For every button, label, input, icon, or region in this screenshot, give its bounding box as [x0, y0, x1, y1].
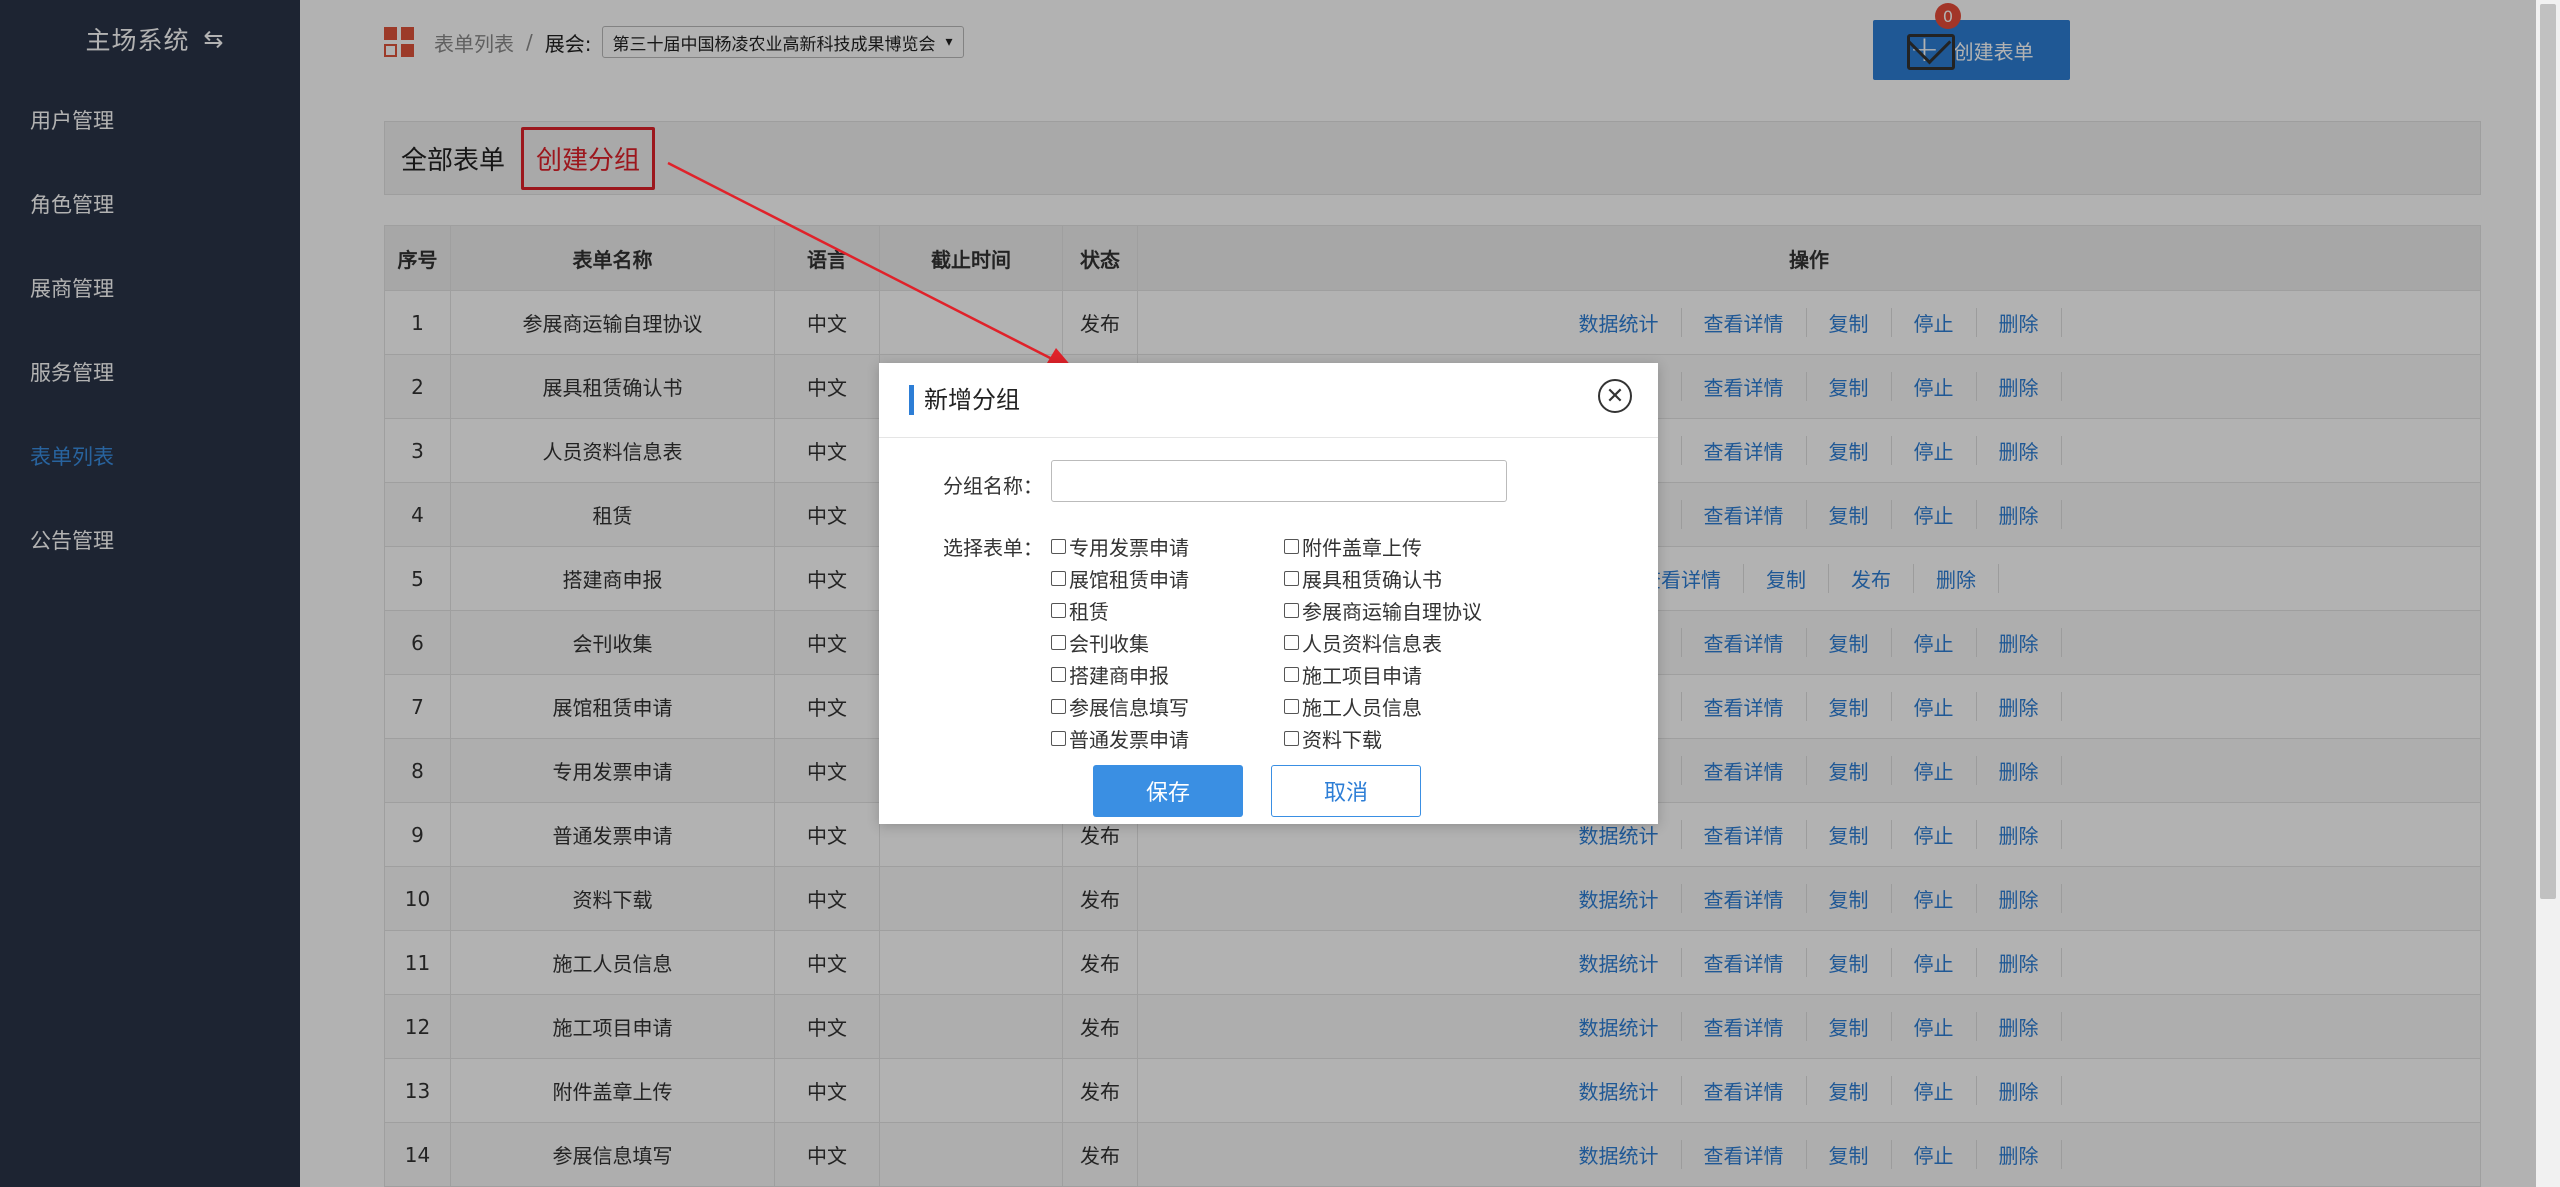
cancel-button[interactable]: 取消 [1271, 765, 1421, 817]
checkbox-label: 施工人员信息 [1302, 696, 1422, 720]
checkbox-icon[interactable] [1284, 571, 1299, 586]
checkbox-icon[interactable] [1051, 699, 1066, 714]
form-checkbox-option[interactable]: 专用发票申请 [1051, 534, 1284, 560]
checkbox-icon[interactable] [1284, 731, 1299, 746]
checkbox-label: 普通发票申请 [1069, 728, 1189, 752]
form-checkbox-option[interactable]: 人员资料信息表 [1284, 630, 1517, 656]
checkbox-icon[interactable] [1284, 603, 1299, 618]
checkbox-label: 展具租赁确认书 [1302, 568, 1442, 592]
checkbox-icon[interactable] [1051, 667, 1066, 682]
modal-header: 新增分组 ✕ [879, 363, 1658, 438]
checkbox-icon[interactable] [1284, 539, 1299, 554]
add-group-modal: 新增分组 ✕ 分组名称： 选择表单： 专用发票申请 附件盖章上传展馆租赁申请 展具租… [879, 363, 1658, 824]
checkbox-icon[interactable] [1051, 731, 1066, 746]
form-checkbox-option[interactable]: 会刊收集 [1051, 630, 1284, 656]
checkbox-label: 附件盖章上传 [1302, 536, 1422, 560]
form-checkbox-option[interactable]: 附件盖章上传 [1284, 534, 1517, 560]
form-checkbox-option[interactable]: 资料下载 [1284, 726, 1517, 752]
checkbox-icon[interactable] [1284, 667, 1299, 682]
select-forms-row: 选择表单： [933, 532, 1043, 561]
form-checkbox-option[interactable]: 参展商运输自理协议 [1284, 598, 1517, 624]
checkbox-icon[interactable] [1284, 635, 1299, 650]
form-checkbox-list: 专用发票申请 附件盖章上传展馆租赁申请 展具租赁确认书租赁 参展商运输自理协议会刊收集… [1051, 534, 1517, 752]
group-name-label: 分组名称： [943, 474, 1043, 498]
group-name-input[interactable] [1051, 460, 1507, 502]
form-checkbox-option[interactable]: 展具租赁确认书 [1284, 566, 1517, 592]
form-checkbox-option[interactable]: 普通发票申请 [1051, 726, 1284, 752]
checkbox-label: 展馆租赁申请 [1069, 568, 1189, 592]
form-checkbox-option[interactable]: 搭建商申报 [1051, 662, 1284, 688]
checkbox-icon[interactable] [1051, 603, 1066, 618]
form-checkbox-option[interactable]: 租赁 [1051, 598, 1284, 624]
form-checkbox-option[interactable]: 施工项目申请 [1284, 662, 1517, 688]
checkbox-icon[interactable] [1051, 571, 1066, 586]
checkbox-label: 搭建商申报 [1069, 664, 1169, 688]
checkbox-label: 施工项目申请 [1302, 664, 1422, 688]
checkbox-label: 人员资料信息表 [1302, 632, 1442, 656]
close-icon[interactable]: ✕ [1598, 379, 1632, 413]
save-button[interactable]: 保存 [1093, 765, 1243, 817]
group-name-row: 分组名称： [933, 470, 1043, 499]
checkbox-label: 参展商运输自理协议 [1302, 600, 1482, 624]
checkbox-icon[interactable] [1284, 699, 1299, 714]
form-checkbox-option[interactable]: 展馆租赁申请 [1051, 566, 1284, 592]
checkbox-label: 专用发票申请 [1069, 536, 1189, 560]
checkbox-label: 资料下载 [1302, 728, 1382, 752]
checkbox-label: 租赁 [1069, 600, 1109, 624]
checkbox-label: 会刊收集 [1069, 632, 1149, 656]
checkbox-icon[interactable] [1051, 539, 1066, 554]
select-forms-label: 选择表单： [943, 536, 1043, 560]
form-checkbox-option[interactable]: 施工人员信息 [1284, 694, 1517, 720]
modal-title: 新增分组 [909, 385, 1020, 415]
form-checkbox-option[interactable]: 参展信息填写 [1051, 694, 1284, 720]
checkbox-label: 参展信息填写 [1069, 696, 1189, 720]
checkbox-icon[interactable] [1051, 635, 1066, 650]
